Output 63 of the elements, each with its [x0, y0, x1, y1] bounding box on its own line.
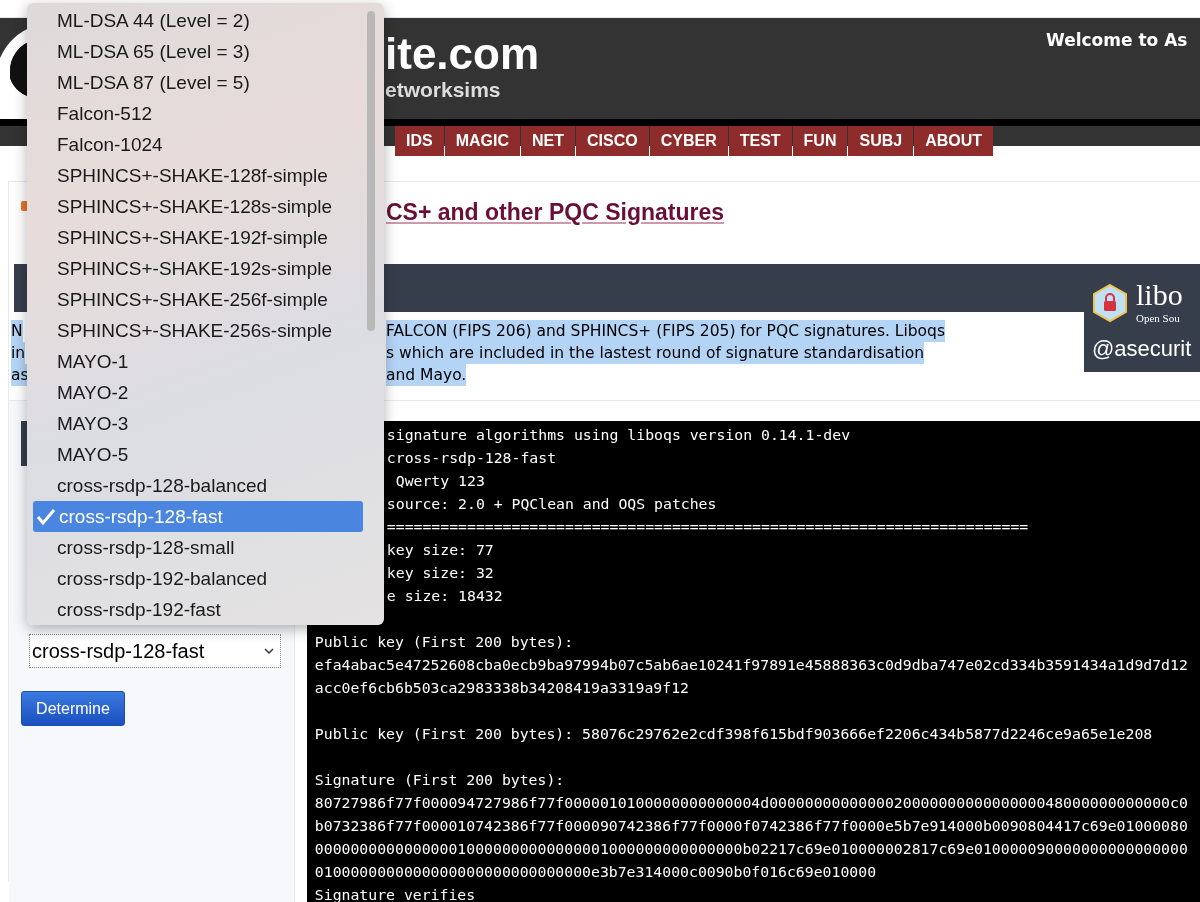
dropdown-option[interactable]: ML-DSA 65 (Level = 3) [33, 36, 363, 67]
banner-title: libo [1136, 280, 1184, 310]
welcome-text: Welcome to As [1046, 30, 1188, 50]
dropdown-option[interactable]: cross-rsdp-128-fast [33, 501, 363, 532]
nav-tab[interactable]: CYBER [649, 126, 728, 156]
dropdown-option[interactable]: SPHINCS+-SHAKE-128f-simple [33, 160, 363, 191]
site-logo-text: ite.com [385, 30, 540, 78]
algorithm-select[interactable]: cross-rsdp-128-fast [29, 634, 281, 668]
terminal-line: cross-rsdp-128-fast [385, 448, 558, 468]
nav-tab[interactable]: FUN [792, 126, 848, 156]
dropdown-option[interactable]: cross-rsdp-128-balanced [33, 470, 363, 501]
padlock-hexagon-icon [1092, 283, 1128, 323]
terminal-line: Public key (First 200 bytes): [314, 632, 575, 652]
dropdown-option[interactable]: cross-rsdp-192-fast [33, 594, 363, 625]
dropdown-option[interactable]: MAYO-2 [33, 377, 363, 408]
banner-handle: @asecurit [1092, 336, 1193, 362]
dropdown-option[interactable]: ML-DSA 87 (Level = 5) [33, 67, 363, 98]
terminal-line: 000000000000000010000000000000001000000000000000b02217c69e010000002817c69e010000090000000000000000 [314, 839, 1189, 859]
dropdown-option[interactable]: cross-rsdp-192-balanced [33, 563, 363, 594]
dropdown-option[interactable]: SPHINCS+-SHAKE-128s-simple [33, 191, 363, 222]
nav-tab[interactable]: SUBJ [848, 126, 914, 156]
banner-tagline: Open Sou [1136, 312, 1181, 324]
terminal-line: signature algorithms using liboqs version 0.14.1-dev [385, 425, 852, 445]
nav-tab[interactable]: CISCO [576, 126, 649, 156]
nav-tab[interactable]: MAGIC [444, 126, 520, 156]
terminal-line: Qwerty 123 [394, 471, 486, 491]
dropdown-option[interactable]: MAYO-5 [33, 439, 363, 470]
dropdown-option[interactable]: MAYO-3 [33, 408, 363, 439]
dropdown-option[interactable]: ML-DSA 44 (Level = 2) [33, 5, 363, 36]
nav-tab[interactable]: IDS [395, 126, 444, 156]
nav-tab[interactable]: NET [521, 126, 575, 156]
dropdown-option[interactable]: Falcon-1024 [33, 129, 363, 160]
determine-button[interactable]: Determine [21, 691, 125, 726]
terminal-line: b0732386f77f000010742386f77f000090742386f77f0000f0742386f77f0000e5b7e914000b0090804417c69e01000080 [314, 816, 1189, 836]
terminal-line: key size: 77 [385, 540, 495, 560]
intro-text: s which are included in the lastest round of signature standardisation [386, 342, 925, 364]
scrollbar-thumb[interactable] [367, 11, 375, 331]
chevron-icon [264, 647, 274, 655]
intro-text: and Mayo. [386, 364, 467, 386]
intro-text: FALCON (FIPS 206) and SPHINCS+ (FIPS 205) for PQC signatures. Liboqs [386, 320, 945, 342]
dropdown-option[interactable]: SPHINCS+-SHAKE-192s-simple [33, 253, 363, 284]
dropdown-option[interactable]: Falcon-512 [33, 98, 363, 129]
terminal-line: 80727986f77f000094727986f77f0000010100000000000004d000000000000002000000000000000048000000000000c0 [314, 793, 1189, 813]
nav-tab[interactable]: TEST [728, 126, 792, 156]
dropdown-option[interactable]: SPHINCS+-SHAKE-256f-simple [33, 284, 363, 315]
terminal-line: acc0ef6cb6b503ca2983338b34208419a3319a9f12 [314, 678, 690, 698]
intro-text: in [11, 342, 26, 364]
dropdown-option[interactable]: MAYO-1 [33, 346, 363, 377]
dropdown-option[interactable]: SPHINCS+-SHAKE-256s-simple [33, 315, 363, 346]
terminal-line: source: 2.0 + PQClean and OQS patches [385, 494, 718, 514]
terminal-line: efa4abac5e47252608cba0ecb9ba97994b07c5ab6ae10241f97891e45888363c0d9dba747e02cd334b3591434a1d9d7d12 [314, 655, 1189, 675]
terminal-line: 0100000000000000000000000000000e3b7e314000c0090b0f016c69e010000 [314, 862, 878, 882]
nav-tab[interactable]: ABOUT [914, 126, 994, 156]
terminal-line: key size: 32 [385, 563, 495, 583]
terminal-line: ======================================================================== [385, 517, 1030, 537]
intro-text: N [11, 320, 23, 342]
terminal-line: Public key (First 200 bytes): 58076c29762e2cdf398f615bdf903666ef2206c434b5877d2246ce9a65e1e208 [314, 724, 1154, 744]
dropdown-option[interactable]: cross-rsdp-128-small [33, 532, 363, 563]
dropdown-option[interactable]: SPHINCS+-SHAKE-192f-simple [33, 222, 363, 253]
terminal-line: e size: 18432 [385, 586, 504, 606]
terminal-line: Signature (First 200 bytes): [314, 770, 566, 790]
site-tagline: etworksims [385, 78, 502, 102]
page-title: CS+ and other PQC Signatures [386, 199, 725, 226]
